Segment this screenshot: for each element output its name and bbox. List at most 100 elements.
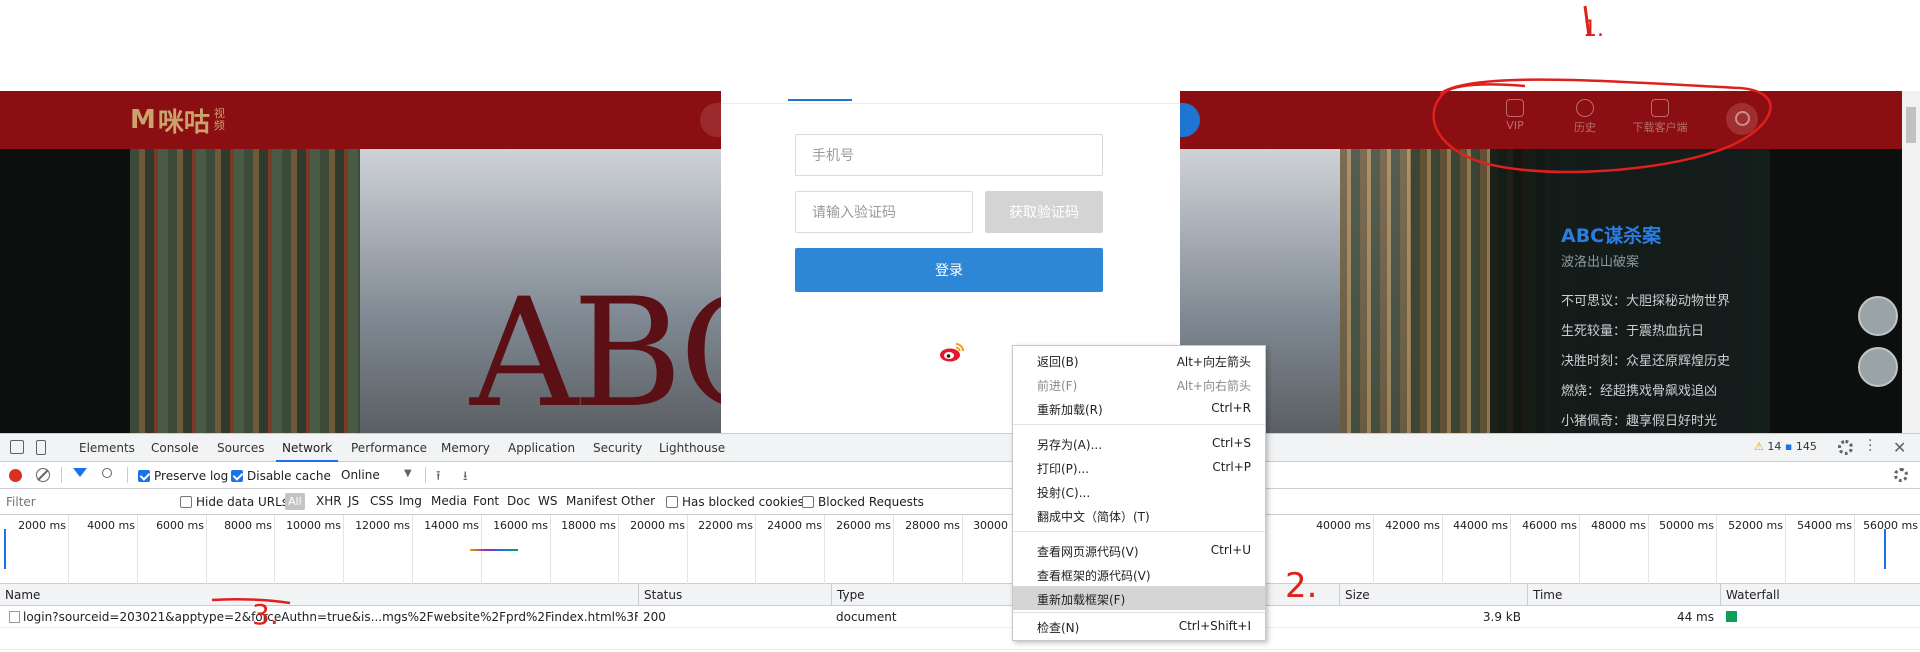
blocked-requests-label: Blocked Requests (818, 495, 924, 509)
filter-type-other[interactable]: Other (621, 494, 655, 508)
menu-item-print[interactable]: 打印(P)... Ctrl+P (1013, 455, 1265, 479)
scrollbar-thumb[interactable] (1906, 107, 1916, 143)
settings-gear-icon[interactable] (1838, 440, 1853, 455)
export-har-icon[interactable]: ⭳ (463, 467, 468, 489)
filter-type-manifest[interactable]: Manifest (566, 494, 617, 508)
filter-input[interactable] (2, 493, 166, 511)
get-code-button[interactable]: 获取验证码 (985, 191, 1103, 233)
nav-vip-label: VIP (1506, 119, 1524, 132)
back-to-top-icon[interactable] (1858, 347, 1898, 387)
clear-button[interactable] (36, 468, 50, 482)
tab-network[interactable]: Network (276, 434, 339, 462)
episode-item[interactable]: 不可思议：大胆探秘动物世界 (1561, 290, 1730, 309)
tick-label: 50000 ms (1659, 519, 1714, 532)
hide-data-urls-checkbox[interactable]: Hide data URLs (180, 495, 288, 509)
show-title[interactable]: ABC谋杀案 (1561, 221, 1661, 248)
episode-text: 经超携戏骨飙戏追凶 (1600, 384, 1718, 399)
column-size[interactable]: Size (1339, 584, 1527, 606)
menu-item-view-page-source[interactable]: 查看网页源代码(V) Ctrl+U (1013, 538, 1265, 562)
user-avatar-button[interactable] (1726, 103, 1758, 135)
filter-type-all[interactable]: All (285, 493, 305, 510)
checkbox-box[interactable] (180, 496, 192, 508)
has-blocked-cookies-checkbox[interactable]: Has blocked cookies (666, 495, 804, 509)
close-devtools-icon[interactable]: ✕ (1893, 438, 1906, 457)
filter-icon[interactable] (73, 468, 87, 477)
tab-performance[interactable]: Performance (345, 434, 433, 462)
site-logo[interactable]: M 咪咕 视频 (130, 103, 228, 138)
filter-type-font[interactable]: Font (473, 494, 499, 508)
tab-elements[interactable]: Elements (73, 434, 141, 462)
toolbar-divider (61, 467, 62, 483)
filter-type-css[interactable]: CSS (370, 494, 394, 508)
column-status[interactable]: Status (638, 584, 831, 606)
import-har-icon[interactable]: ⭱ (436, 467, 441, 489)
timeline-tick: 28000 ms (905, 515, 963, 584)
network-overview-timeline[interactable]: 2000 ms 4000 ms 6000 ms 8000 ms 10000 ms… (0, 515, 1920, 584)
tab-memory[interactable]: Memory (435, 434, 496, 462)
episode-item[interactable]: 燃烧：经超携戏骨飙戏追凶 (1561, 380, 1717, 399)
chat-icon[interactable] (1858, 296, 1898, 336)
column-time[interactable]: Time (1527, 584, 1720, 606)
tab-console[interactable]: Console (145, 434, 205, 462)
menu-item-inspect[interactable]: 检查(N) Ctrl+Shift+I (1013, 614, 1265, 638)
warning-count: 14 (1767, 440, 1782, 453)
phone-input[interactable]: 手机号 (795, 134, 1103, 176)
timeline-tick: 6000 ms (156, 515, 207, 584)
checkbox-box[interactable] (666, 496, 678, 508)
column-waterfall[interactable]: Waterfall (1720, 584, 1920, 606)
filter-type-doc[interactable]: Doc (507, 494, 530, 508)
menu-item-label: 返回(B) (1037, 355, 1079, 369)
preserve-log-checkbox[interactable]: Preserve log (138, 469, 228, 483)
menu-item-translate[interactable]: 翻成中文（简体）(T) (1013, 503, 1265, 527)
login-button[interactable]: 登录 (795, 248, 1103, 292)
weibo-icon[interactable] (939, 341, 965, 363)
timeline-start-marker[interactable] (4, 529, 14, 569)
table-row[interactable] (0, 628, 1920, 650)
disable-cache-checkbox[interactable]: Disable cache (231, 469, 331, 483)
tab-security[interactable]: Security (587, 434, 648, 462)
tick-label: 4000 ms (87, 519, 135, 532)
tab-lighthouse[interactable]: Lighthouse (653, 434, 731, 462)
filter-type-media[interactable]: Media (431, 494, 467, 508)
page-scrollbar[interactable] (1902, 91, 1920, 433)
device-toolbar-icon[interactable] (36, 440, 46, 455)
throttling-select[interactable]: Online (341, 468, 380, 482)
checkbox-box[interactable] (802, 496, 814, 508)
menu-item-view-frame-source[interactable]: 查看框架的源代码(V) (1013, 562, 1265, 586)
inspect-element-icon[interactable] (10, 440, 24, 454)
menu-item-back[interactable]: 返回(B) Alt+向左箭头 (1013, 348, 1265, 372)
filter-type-ws[interactable]: WS (538, 494, 557, 508)
network-settings-icon[interactable] (1894, 468, 1908, 482)
timeline-end-marker[interactable] (1884, 529, 1894, 569)
menu-item-reload[interactable]: 重新加载(R) Ctrl+R (1013, 396, 1265, 420)
chevron-down-icon[interactable]: ▼ (404, 468, 412, 479)
more-options-icon[interactable]: · · · (1868, 434, 1872, 458)
issue-counter[interactable]: ⚠ 14 ▪ 145 (1754, 440, 1817, 453)
filter-type-js[interactable]: JS (348, 494, 359, 508)
menu-item-forward[interactable]: 前进(F) Alt+向右箭头 (1013, 372, 1265, 396)
checkbox-box[interactable] (231, 470, 243, 482)
episode-item[interactable]: 决胜时刻：众星还原辉煌历史 (1561, 350, 1730, 369)
filter-type-img[interactable]: Img (399, 494, 422, 508)
nav-download-client[interactable]: 下载客户端 (1620, 99, 1700, 143)
record-button[interactable] (9, 469, 22, 482)
checkbox-box[interactable] (138, 470, 150, 482)
episode-item[interactable]: 生死较量：于震热血抗日 (1561, 320, 1704, 339)
menu-item-cast[interactable]: 投射(C)... (1013, 479, 1265, 503)
code-input[interactable]: 请输入验证码 (795, 191, 973, 233)
menu-item-reload-frame[interactable]: 重新加载框架(F) (1013, 586, 1265, 610)
timeline-tick: 8000 ms (224, 515, 275, 584)
episode-item[interactable]: 小猪佩奇：趣享假日好时光 (1561, 410, 1717, 429)
tab-sources[interactable]: Sources (211, 434, 270, 462)
episode-tag: 燃烧： (1561, 384, 1601, 399)
request-type: document (836, 610, 897, 624)
filter-type-xhr[interactable]: XHR (316, 494, 342, 508)
menu-item-save-as[interactable]: 另存为(A)... Ctrl+S (1013, 431, 1265, 455)
table-row[interactable]: login?sourceid=203021&apptype=2&forceAut… (0, 606, 1920, 628)
nav-vip[interactable]: VIP (1485, 99, 1545, 143)
column-name[interactable]: Name (0, 584, 638, 606)
search-icon[interactable] (102, 468, 112, 478)
nav-history[interactable]: 历史 (1555, 99, 1615, 143)
tab-application[interactable]: Application (502, 434, 581, 462)
blocked-requests-checkbox[interactable]: Blocked Requests (802, 495, 924, 509)
